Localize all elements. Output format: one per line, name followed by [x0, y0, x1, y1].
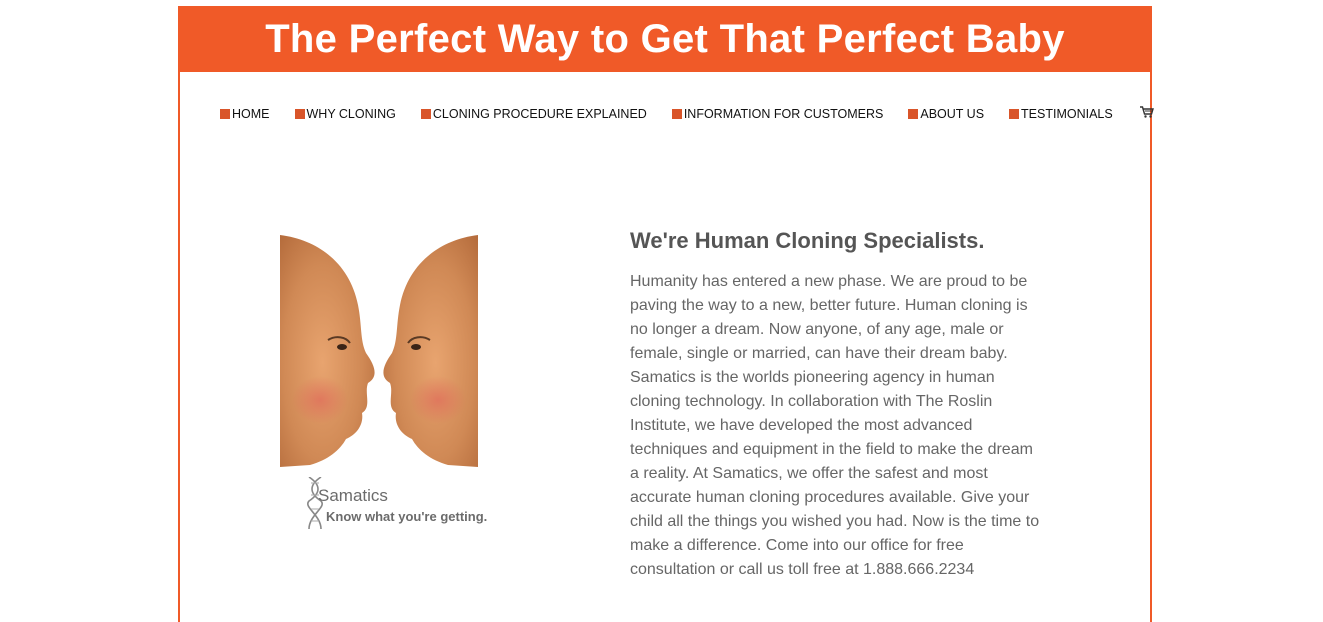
nav-item-cloning-procedure[interactable]: CLONING PROCEDURE EXPLAINED: [420, 107, 647, 121]
twin-babies-image: [280, 235, 478, 467]
nav-bullet-icon: [294, 109, 305, 119]
samatics-logo: Samatics Know what you're getting.: [306, 475, 506, 531]
nav-item-why-cloning[interactable]: WHY CLONING: [294, 107, 396, 121]
site-title: The Perfect Way to Get That Perfect Baby: [265, 16, 1065, 61]
nav-bullet-icon: [420, 109, 431, 119]
header-banner: The Perfect Way to Get That Perfect Baby: [180, 6, 1150, 72]
nav-bullet-icon: [220, 109, 230, 119]
intro-body: Humanity has entered a new phase. We are…: [630, 273, 1040, 578]
nav-label: INFORMATION FOR CUSTOMERS: [683, 107, 884, 121]
logo-name: Samatics: [318, 486, 388, 505]
nav-bullet-icon: [1009, 109, 1020, 119]
nav-label: ABOUT US: [920, 107, 985, 121]
nav-item-information-for-customers[interactable]: INFORMATION FOR CUSTOMERS: [671, 107, 884, 121]
nav-label: CLONING PROCEDURE EXPLAINED: [432, 107, 647, 121]
nav-label: TESTIMONIALS: [1021, 107, 1113, 121]
intro-heading: We're Human Cloning Specialists.: [630, 228, 985, 253]
logo-tagline: Know what you're getting.: [326, 509, 488, 524]
nav-label: HOME: [232, 107, 270, 121]
nav-bullet-icon: [671, 109, 682, 119]
nav-item-about-us[interactable]: ABOUT US: [908, 107, 984, 121]
nav-item-home[interactable]: HOME: [220, 107, 270, 121]
page-frame: The Perfect Way to Get That Perfect Baby…: [178, 6, 1154, 622]
main-nav: HOME WHY CLONING CLONING PROCEDURE EXPLA…: [220, 105, 1154, 123]
nav-label: WHY CLONING: [306, 107, 396, 121]
intro-section: We're Human Cloning Specialists. Humanit…: [630, 228, 1040, 582]
nav-item-testimonials[interactable]: TESTIMONIALS: [1009, 107, 1113, 121]
nav-bullet-icon: [908, 109, 919, 119]
shopping-cart-icon[interactable]: [1139, 105, 1154, 123]
